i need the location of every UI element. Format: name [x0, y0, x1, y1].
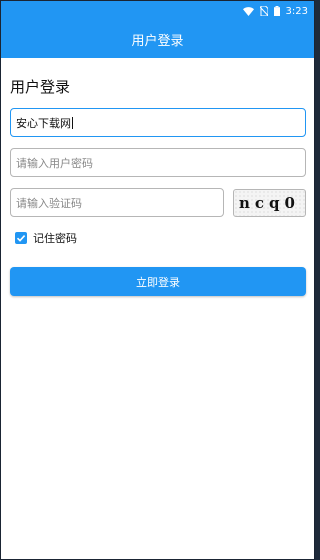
phone-screen: 3:23 用户登录 用户登录 安心下载网 请输入用户密码 请输入验证码 ncq0…	[0, 0, 315, 560]
no-sim-icon	[259, 6, 268, 16]
username-field[interactable]: 安心下载网	[10, 108, 306, 137]
checkmark-icon	[16, 235, 26, 242]
captcha-field[interactable]: 请输入验证码	[10, 188, 224, 217]
password-field[interactable]: 请输入用户密码	[10, 148, 306, 177]
captcha-image[interactable]: ncq0	[233, 188, 306, 217]
remember-label: 记住密码	[33, 232, 77, 245]
login-button[interactable]: 立即登录	[10, 267, 306, 296]
remember-checkbox[interactable]	[15, 232, 27, 244]
username-value: 安心下载网	[16, 116, 71, 130]
captcha-row: 请输入验证码 ncq0	[10, 188, 306, 217]
app-bar: 3:23 用户登录	[1, 1, 314, 58]
battery-icon	[273, 6, 280, 16]
app-bar-title: 用户登录	[131, 34, 184, 49]
captcha-placeholder: 请输入验证码	[16, 196, 82, 210]
text-cursor	[72, 116, 73, 129]
password-placeholder: 请输入用户密码	[16, 156, 93, 170]
login-form: 用户登录 安心下载网 请输入用户密码 请输入验证码 ncq0 记住密码 立即登录	[1, 78, 314, 296]
remember-password[interactable]: 记住密码	[10, 230, 305, 246]
status-bar: 3:23	[1, 1, 314, 21]
captcha-image-text: ncq0	[239, 193, 300, 212]
status-time: 3:23	[285, 5, 308, 17]
page-title: 用户登录	[10, 78, 71, 96]
wifi-icon	[242, 6, 254, 16]
